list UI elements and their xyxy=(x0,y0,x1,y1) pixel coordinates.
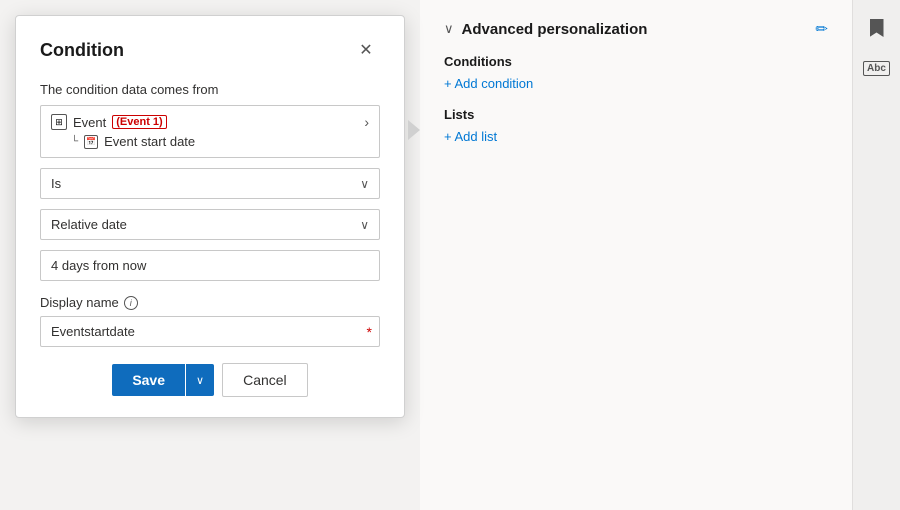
modal-footer: Save ∨ Cancel xyxy=(40,363,380,397)
data-source-chevron-icon: › xyxy=(364,114,369,130)
abc-icon: Abc xyxy=(863,61,890,76)
bookmark-icon xyxy=(870,19,884,37)
section-title: Advanced personalization xyxy=(462,21,808,38)
save-button-group: Save ∨ xyxy=(112,364,214,396)
close-button[interactable]: ✕ xyxy=(352,36,380,64)
info-icon: i xyxy=(124,296,138,310)
condition-modal: Condition ✕ The condition data comes fro… xyxy=(15,15,405,418)
required-indicator: * xyxy=(367,324,372,340)
lists-label: Lists xyxy=(444,107,828,122)
save-dropdown-chevron-icon: ∨ xyxy=(196,375,204,387)
modal-header: Condition ✕ xyxy=(40,36,380,64)
display-name-label: Display name xyxy=(40,295,119,310)
date-type-value: Relative date xyxy=(51,217,127,232)
collapse-icon[interactable]: ∨ xyxy=(444,21,454,37)
date-type-dropdown[interactable]: Relative date ∨ xyxy=(40,209,380,240)
bookmark-icon-button[interactable] xyxy=(859,10,895,46)
date-type-chevron-icon: ∨ xyxy=(360,218,369,232)
event-sub-row: └ 📅 Event start date xyxy=(51,134,364,149)
data-source-content: ⊞ Event (Event 1) └ 📅 Event start date xyxy=(51,114,364,149)
add-list-link[interactable]: + Add list xyxy=(444,129,497,144)
operator-value: Is xyxy=(51,176,61,191)
display-name-input[interactable] xyxy=(40,316,380,347)
display-name-wrapper: * xyxy=(40,316,380,347)
modal-title: Condition xyxy=(40,40,124,61)
event-badge: (Event 1) xyxy=(112,115,166,129)
data-source-label: The condition data comes from xyxy=(40,82,380,97)
date-value-field: 4 days from now xyxy=(40,250,380,281)
operator-chevron-icon: ∨ xyxy=(360,177,369,191)
add-condition-link[interactable]: + Add condition xyxy=(444,76,533,91)
calendar-icon: 📅 xyxy=(84,135,98,149)
edit-icon[interactable]: ✏ xyxy=(815,20,828,38)
display-name-label-row: Display name i xyxy=(40,295,380,310)
abc-icon-button[interactable]: Abc xyxy=(859,50,895,86)
event-row: ⊞ Event (Event 1) xyxy=(51,114,364,130)
main-content: ∨ Advanced personalization ✏ Conditions … xyxy=(420,0,852,510)
tree-connector-icon: └ xyxy=(71,136,78,147)
event-label: Event xyxy=(73,115,106,130)
right-panel: ∨ Advanced personalization ✏ Conditions … xyxy=(420,0,900,510)
display-name-section: Display name i * xyxy=(40,295,380,347)
operator-dropdown[interactable]: Is ∨ xyxy=(40,168,380,199)
cancel-button[interactable]: Cancel xyxy=(222,363,308,397)
data-source-selector[interactable]: ⊞ Event (Event 1) └ 📅 Event start date › xyxy=(40,105,380,158)
save-button[interactable]: Save xyxy=(112,364,185,396)
section-header: ∨ Advanced personalization ✏ xyxy=(444,20,828,38)
event-sub-label: Event start date xyxy=(104,134,195,149)
close-icon: ✕ xyxy=(359,40,372,60)
connector-arrow xyxy=(408,120,420,140)
sidebar-icons: Abc xyxy=(852,0,900,510)
event-table-icon: ⊞ xyxy=(51,114,67,130)
conditions-label: Conditions xyxy=(444,54,828,69)
save-dropdown-button[interactable]: ∨ xyxy=(186,364,214,396)
